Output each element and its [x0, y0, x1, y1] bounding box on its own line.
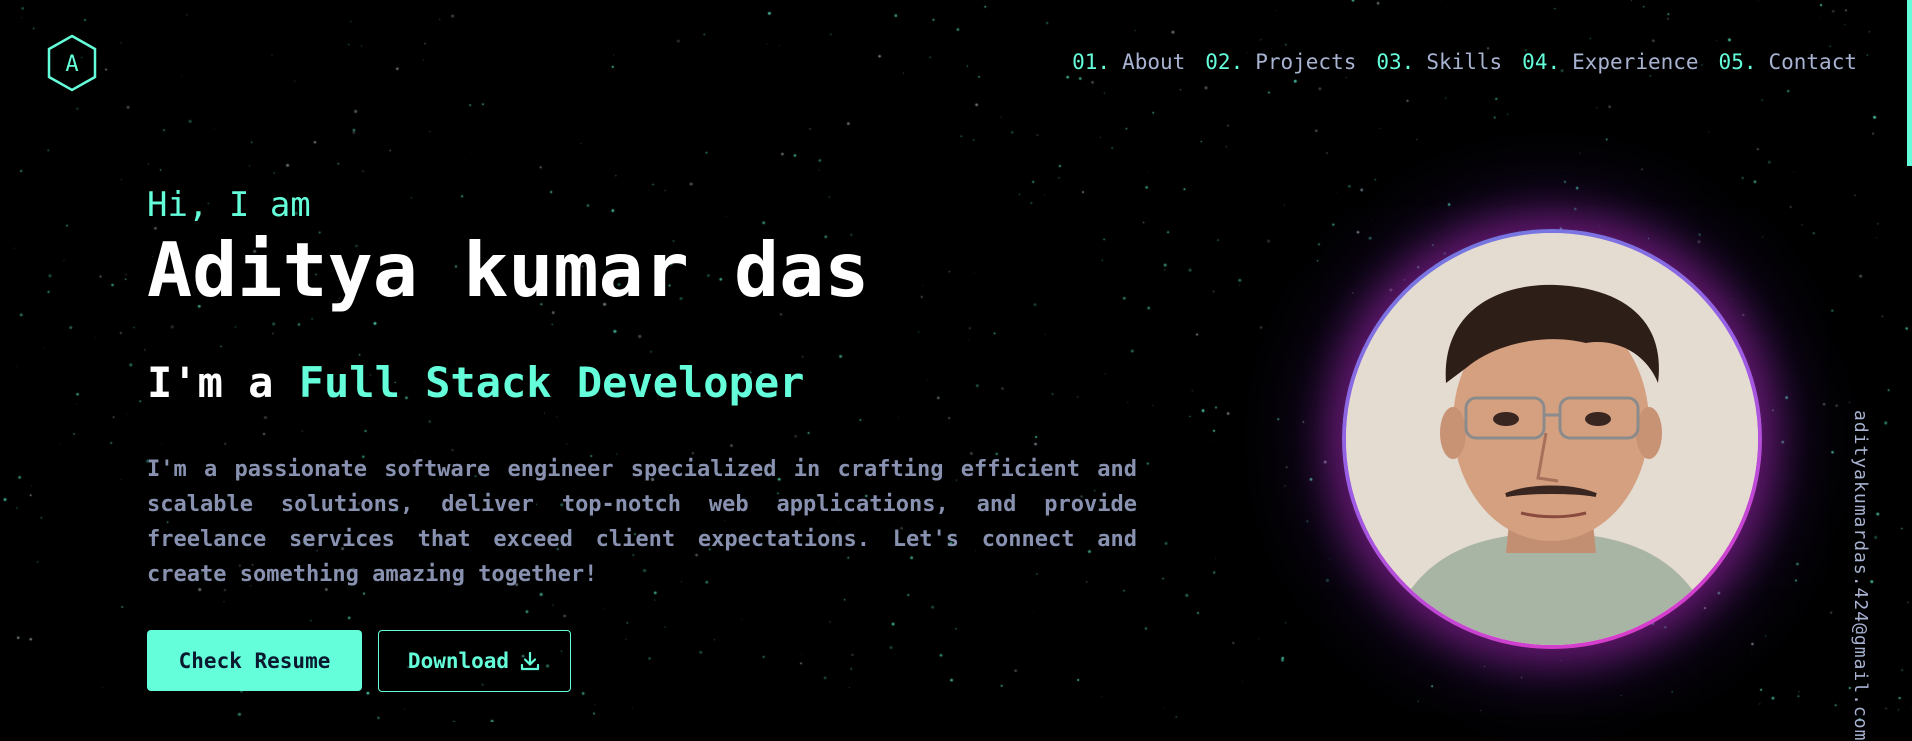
nav-label: About	[1122, 50, 1186, 74]
hexagon-logo-icon: A	[47, 34, 97, 92]
nav-item-about[interactable]: 01. About	[1072, 50, 1185, 74]
profile-photo-frame	[1342, 229, 1762, 649]
hero-name: Aditya kumar das	[147, 226, 870, 314]
profile-photo	[1346, 233, 1758, 645]
bio-paragraph: I'm a passionate software engineer speci…	[147, 457, 1137, 587]
nav-number: 01.	[1072, 50, 1111, 74]
role-title: Full Stack Developer	[298, 358, 805, 407]
nav-item-projects[interactable]: 02. Projects	[1205, 50, 1356, 74]
role-prefix: I'm a	[147, 358, 299, 407]
nav-item-contact[interactable]: 05. Contact	[1719, 50, 1857, 74]
check-resume-button[interactable]: Check Resume	[147, 630, 362, 691]
hero-buttons: Check Resume Download	[147, 630, 571, 692]
nav-item-skills[interactable]: 03. Skills	[1376, 50, 1502, 74]
nav-number: 03.	[1376, 50, 1415, 74]
hero-section: Hi, I am Aditya kumar das I'm a Full Sta…	[147, 180, 1137, 692]
nav-label: Projects	[1255, 50, 1357, 74]
download-label: Download	[407, 649, 510, 673]
main-nav: 01. About 02. Projects 03. Skills 04. Experi…	[1072, 50, 1857, 74]
nav-label: Experience	[1572, 50, 1699, 74]
nav-number: 05.	[1718, 50, 1757, 74]
nav-number: 04.	[1522, 50, 1561, 74]
download-icon	[520, 651, 540, 671]
download-button[interactable]: Download	[378, 630, 571, 692]
nav-item-experience[interactable]: 04. Experience	[1522, 50, 1698, 74]
nav-label: Skills	[1426, 50, 1503, 74]
site-logo[interactable]: A	[46, 34, 98, 92]
role-line: I'm a Full Stack Developer	[147, 358, 804, 407]
nav-label: Contact	[1768, 50, 1857, 74]
logo-letter: A	[65, 52, 78, 77]
side-email-link[interactable]: adityakumardas.424@gmail.com	[1850, 410, 1871, 741]
scrollbar-thumb[interactable]	[1907, 0, 1912, 166]
nav-number: 02.	[1205, 50, 1244, 74]
